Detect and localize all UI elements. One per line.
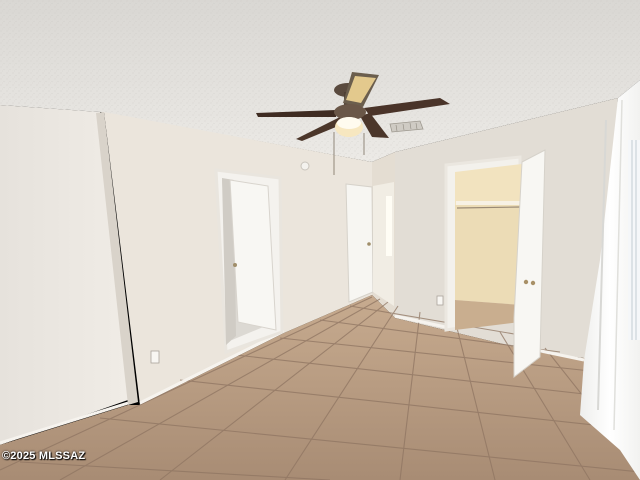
bathroom-door-knob[interactable]: [233, 263, 237, 267]
bedroom-photo: ©2025 MLSSAZ: [0, 0, 640, 480]
smoke-detector: [300, 161, 310, 171]
room-illustration: [0, 0, 640, 480]
bathroom-door[interactable]: [229, 179, 277, 331]
closet-door-knob[interactable]: [523, 279, 529, 285]
wall-outlet-right: [436, 295, 444, 306]
copyright-watermark: ©2025 MLSSAZ: [2, 450, 86, 462]
closet-doorway: [444, 155, 522, 332]
closet-shelf: [456, 201, 520, 205]
wall-outlet-left: [150, 350, 160, 364]
hallway-light-patch: [386, 196, 392, 256]
hallway-door-knob[interactable]: [367, 242, 371, 246]
closet-door-knob-2[interactable]: [530, 280, 536, 286]
